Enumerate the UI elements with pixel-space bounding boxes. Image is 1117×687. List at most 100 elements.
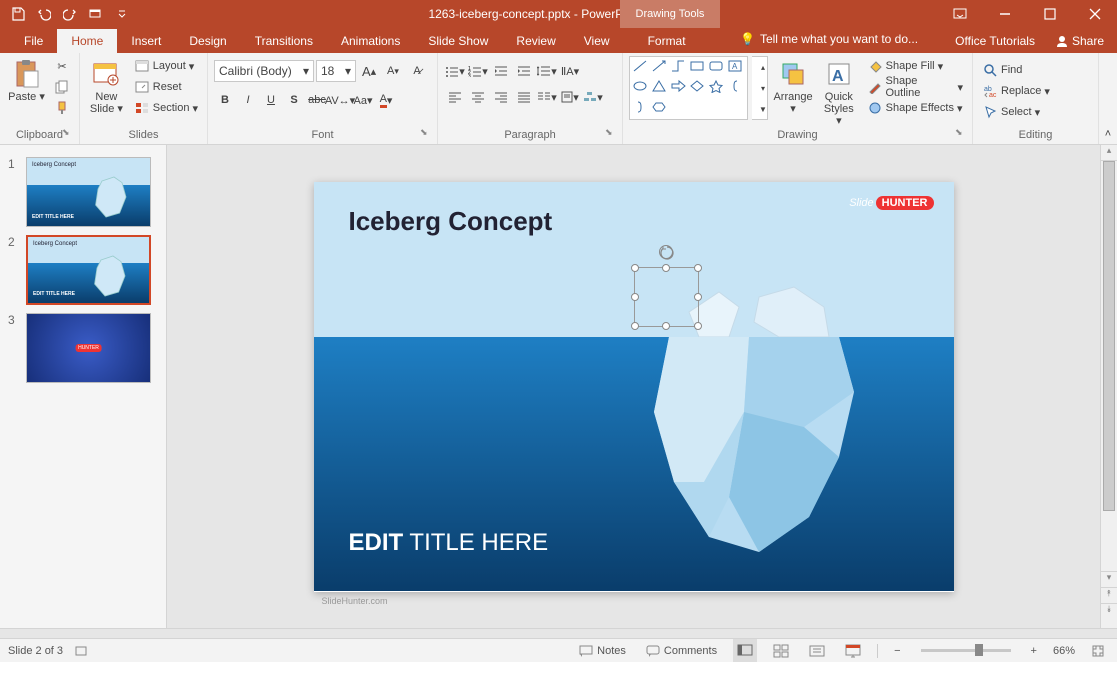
shape-fill-button[interactable]: Shape Fill ▾ — [864, 56, 966, 76]
numbering-button[interactable]: 123▾ — [467, 60, 489, 82]
qat-customize-button[interactable] — [110, 2, 134, 26]
tab-view[interactable]: View — [570, 29, 624, 53]
drawing-dialog-launcher[interactable]: ⬊ — [955, 127, 969, 141]
arrange-button[interactable]: Arrange ▾ — [772, 56, 814, 117]
gallery-more-button[interactable]: ▼ — [752, 99, 774, 119]
gallery-down-button[interactable]: ▾ — [752, 78, 774, 98]
zoom-slider-thumb[interactable] — [975, 644, 983, 656]
clipboard-dialog-launcher[interactable]: ⬊ — [62, 127, 76, 141]
align-right-button[interactable] — [490, 86, 512, 108]
tab-design[interactable]: Design — [175, 29, 240, 53]
shape-outline-button[interactable]: Shape Outline ▾ — [864, 77, 966, 97]
tab-insert[interactable]: Insert — [117, 29, 175, 53]
vertical-scrollbar[interactable]: ▴ ▾ ⯭ ⯯ — [1100, 145, 1117, 628]
reading-view-button[interactable] — [805, 639, 829, 662]
slide-thumbnail-1[interactable]: Iceberg ConceptEDIT TITLE HERE — [26, 157, 151, 227]
redo-button[interactable] — [58, 2, 82, 26]
italic-button[interactable]: I — [237, 89, 259, 111]
align-text-button[interactable]: ▾ — [559, 86, 581, 108]
resize-handle-n[interactable] — [662, 264, 670, 272]
maximize-button[interactable] — [1027, 0, 1072, 28]
increase-indent-button[interactable] — [513, 60, 535, 82]
start-from-beginning-button[interactable] — [84, 2, 108, 26]
quick-styles-button[interactable]: A QuickStyles ▾ — [818, 56, 860, 129]
font-color-button[interactable]: A▾ — [375, 89, 397, 111]
char-spacing-button[interactable]: AV↔▾ — [329, 89, 351, 111]
justify-button[interactable] — [513, 86, 535, 108]
slide-counter[interactable]: Slide 2 of 3 — [8, 645, 63, 657]
columns-button[interactable]: ▾ — [536, 86, 558, 108]
reset-button[interactable]: Reset — [131, 77, 201, 97]
smartart-button[interactable]: ▾ — [582, 86, 604, 108]
fit-to-window-button[interactable] — [1087, 639, 1109, 662]
sorter-view-button[interactable] — [769, 639, 793, 662]
normal-view-button[interactable] — [733, 639, 757, 662]
resize-handle-sw[interactable] — [631, 322, 639, 330]
tab-review[interactable]: Review — [502, 29, 569, 53]
rotation-handle[interactable] — [659, 245, 673, 259]
resize-handle-e[interactable] — [694, 293, 702, 301]
zoom-percent[interactable]: 66% — [1053, 645, 1075, 657]
resize-handle-se[interactable] — [694, 322, 702, 330]
tab-transitions[interactable]: Transitions — [241, 29, 327, 53]
notes-button[interactable]: Notes — [575, 639, 630, 662]
language-indicator[interactable] — [75, 645, 87, 657]
tab-home[interactable]: Home — [57, 29, 117, 53]
slide-thumbnail-3[interactable]: HUNTER — [26, 313, 151, 383]
paragraph-dialog-launcher[interactable]: ⬊ — [605, 127, 619, 141]
font-size-combo[interactable]: 18▾ — [316, 60, 356, 82]
replace-button[interactable]: abacReplace ▾ — [979, 81, 1092, 101]
scroll-thumb[interactable] — [1103, 161, 1115, 511]
align-center-button[interactable] — [467, 86, 489, 108]
slide-title-text[interactable]: Iceberg Concept — [349, 206, 553, 237]
tab-file[interactable]: File — [10, 29, 57, 53]
zoom-in-button[interactable]: + — [1027, 639, 1041, 662]
paste-button[interactable]: Paste ▾ — [6, 56, 47, 105]
bullets-button[interactable]: ▾ — [444, 60, 466, 82]
copy-button[interactable] — [51, 77, 73, 97]
cut-button[interactable]: ✂ — [51, 56, 73, 76]
comments-button[interactable]: Comments — [642, 639, 721, 662]
new-slide-button[interactable]: NewSlide ▾ — [86, 56, 127, 117]
shape-effects-button[interactable]: Shape Effects ▾ — [864, 98, 966, 118]
slide-thumbnail-2[interactable]: Iceberg ConceptEDIT TITLE HERE — [26, 235, 151, 305]
slide-subtitle-text[interactable]: EDIT TITLE HERE — [349, 529, 549, 557]
format-painter-button[interactable] — [51, 98, 73, 118]
prev-slide-button[interactable]: ⯭ — [1101, 587, 1117, 603]
underline-button[interactable]: U — [260, 89, 282, 111]
gallery-up-button[interactable]: ▴ — [752, 57, 774, 77]
ribbon-options-button[interactable] — [937, 0, 982, 28]
font-name-combo[interactable]: Calibri (Body)▾ — [214, 60, 314, 82]
section-button[interactable]: Section ▾ — [131, 98, 201, 118]
next-slide-button[interactable]: ⯯ — [1101, 603, 1117, 619]
undo-button[interactable] — [32, 2, 56, 26]
decrease-indent-button[interactable] — [490, 60, 512, 82]
layout-button[interactable]: Layout ▾ — [131, 56, 201, 76]
decrease-font-button[interactable]: A▾ — [382, 60, 404, 82]
tab-animations[interactable]: Animations — [327, 29, 414, 53]
tell-me-search[interactable]: 💡Tell me what you want to do... — [740, 32, 918, 46]
slideshow-view-button[interactable] — [841, 639, 865, 662]
selected-shape[interactable] — [634, 267, 699, 327]
notes-splitter[interactable] — [0, 628, 1117, 638]
change-case-button[interactable]: Aa▾ — [352, 89, 374, 111]
resize-handle-ne[interactable] — [694, 264, 702, 272]
select-button[interactable]: Select ▾ — [979, 102, 1092, 122]
close-button[interactable] — [1072, 0, 1117, 28]
bold-button[interactable]: B — [214, 89, 236, 111]
resize-handle-nw[interactable] — [631, 264, 639, 272]
zoom-slider[interactable] — [921, 649, 1011, 652]
shadow-button[interactable]: S — [283, 89, 305, 111]
clear-formatting-button[interactable]: A̷ — [406, 60, 428, 82]
zoom-out-button[interactable]: − — [890, 639, 904, 662]
slide-canvas[interactable]: Iceberg Concept SlideHUNTER EDIT TITLE H… — [167, 145, 1100, 628]
tab-slideshow[interactable]: Slide Show — [414, 29, 502, 53]
find-button[interactable]: Find — [979, 60, 1092, 80]
resize-handle-w[interactable] — [631, 293, 639, 301]
increase-font-button[interactable]: A▴ — [358, 60, 380, 82]
shapes-gallery[interactable]: A — [629, 56, 748, 120]
font-dialog-launcher[interactable]: ⬊ — [420, 127, 434, 141]
save-button[interactable] — [6, 2, 30, 26]
align-left-button[interactable] — [444, 86, 466, 108]
text-direction-button[interactable]: ⅡA▾ — [559, 60, 581, 82]
